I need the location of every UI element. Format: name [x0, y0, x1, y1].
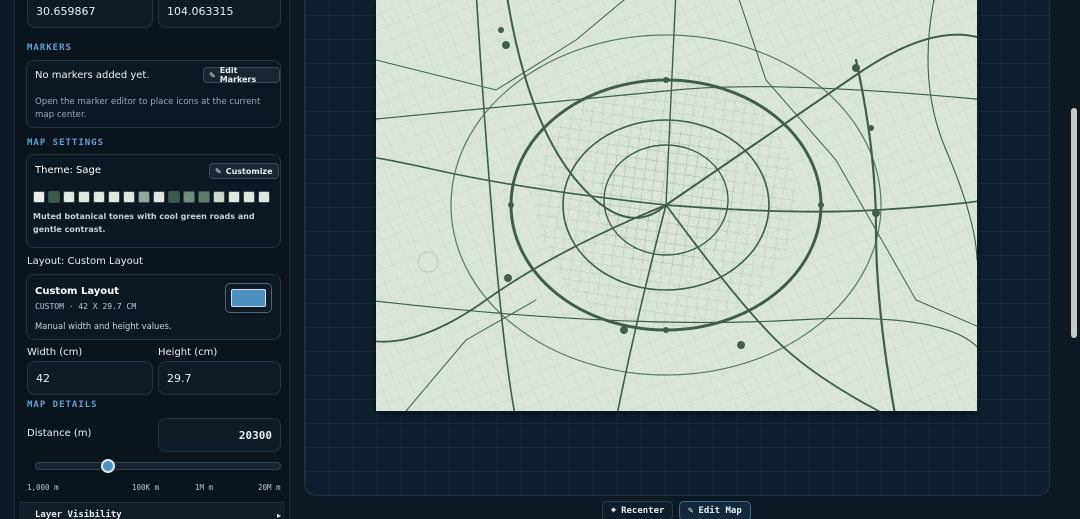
slider-tick-3: 1M m [195, 483, 214, 492]
markers-help-text: Open the marker editor to place icons at… [35, 97, 261, 120]
distance-value: 20300 [238, 428, 272, 442]
theme-swatch [213, 191, 225, 203]
width-label: Width (cm) [27, 347, 83, 358]
edit-map-button[interactable]: ✎ Edit Map [679, 501, 751, 519]
map-settings-section-title: MAP SETTINGS [27, 138, 105, 148]
slider-tick-2: 100K m [132, 483, 160, 492]
pencil-square-icon: ✎ [215, 166, 222, 176]
sidebar: 30.659867 104.063315 MARKERS No markers … [14, 0, 290, 519]
longitude-field[interactable]: 104.063315 [158, 0, 281, 28]
layout-preview-icon [225, 283, 272, 313]
layout-card-title: Custom Layout [35, 286, 120, 297]
theme-swatch [138, 191, 150, 203]
theme-label: Theme: Sage [35, 165, 102, 176]
theme-swatch [228, 191, 240, 203]
theme-swatch [123, 191, 135, 203]
theme-swatch [183, 191, 195, 203]
theme-swatch [93, 191, 105, 203]
theme-swatch [198, 191, 210, 203]
recenter-button[interactable]: ⌖ Recenter [602, 501, 674, 519]
slider-tick-1: 1,000 m [27, 483, 59, 492]
width-input[interactable]: 42 [27, 361, 153, 395]
theme-swatch [63, 191, 75, 203]
theme-description: Muted botanical tones with cool green ro… [33, 212, 255, 234]
height-label: Height (cm) [158, 347, 218, 358]
pencil-square-icon: ✎ [209, 70, 216, 80]
layout-label: Layout: Custom Layout [27, 256, 144, 267]
distance-slider-thumb[interactable] [100, 459, 115, 473]
chevron-right-icon: ▸ [276, 511, 281, 519]
pencil-square-icon: ✎ [688, 506, 694, 516]
edit-map-label: Edit Map [698, 506, 742, 516]
map-roads [376, 0, 977, 411]
map-details-section-title: MAP DETAILS [27, 400, 98, 410]
crosshair-icon: ⌖ [611, 506, 617, 516]
theme-swatch [33, 191, 45, 203]
theme-swatch [48, 191, 60, 203]
theme-swatch [78, 191, 90, 203]
recenter-label: Recenter [621, 506, 665, 516]
theme-swatches [33, 191, 270, 203]
height-value: 29.7 [167, 371, 192, 385]
layout-card-description: Manual width and height values. [35, 321, 172, 331]
map-poster[interactable] [376, 0, 977, 411]
theme-card[interactable]: Theme: Sage ✎ Customize Muted botanical … [26, 154, 281, 248]
layout-card[interactable]: Custom Layout CUSTOM · 42 X 29.7 CM Manu… [26, 274, 281, 340]
theme-swatch [258, 191, 270, 203]
slider-tick-4: 20M m [258, 483, 281, 492]
layer-visibility-label: Layer Visibility [35, 510, 122, 519]
customize-theme-button[interactable]: ✎ Customize [209, 163, 279, 179]
edit-markers-button[interactable]: ✎ Edit Markers [203, 66, 280, 84]
latitude-value: 30.659867 [36, 4, 96, 18]
distance-slider[interactable] [35, 459, 281, 473]
height-input[interactable]: 29.7 [158, 361, 281, 395]
markers-section-title: MARKERS [27, 43, 72, 53]
width-value: 42 [36, 371, 50, 385]
layout-card-subtitle: CUSTOM · 42 X 29.7 CM [35, 302, 137, 311]
longitude-value: 104.063315 [167, 4, 234, 18]
customize-label: Customize [225, 166, 273, 176]
theme-swatch [243, 191, 255, 203]
theme-swatch [153, 191, 165, 203]
theme-swatch [168, 191, 180, 203]
distance-input[interactable]: 20300 [158, 418, 281, 452]
markers-empty-text: No markers added yet. [35, 70, 150, 81]
markers-card: No markers added yet. ✎ Edit Markers Ope… [26, 60, 281, 128]
latitude-field[interactable]: 30.659867 [27, 0, 153, 28]
theme-swatch [108, 191, 120, 203]
edit-markers-label: Edit Markers [219, 66, 257, 84]
page-scrollbar-thumb[interactable] [1071, 108, 1077, 338]
distance-label: Distance (m) [27, 428, 92, 439]
layer-visibility-toggle[interactable]: Layer Visibility ▸ [19, 502, 285, 519]
